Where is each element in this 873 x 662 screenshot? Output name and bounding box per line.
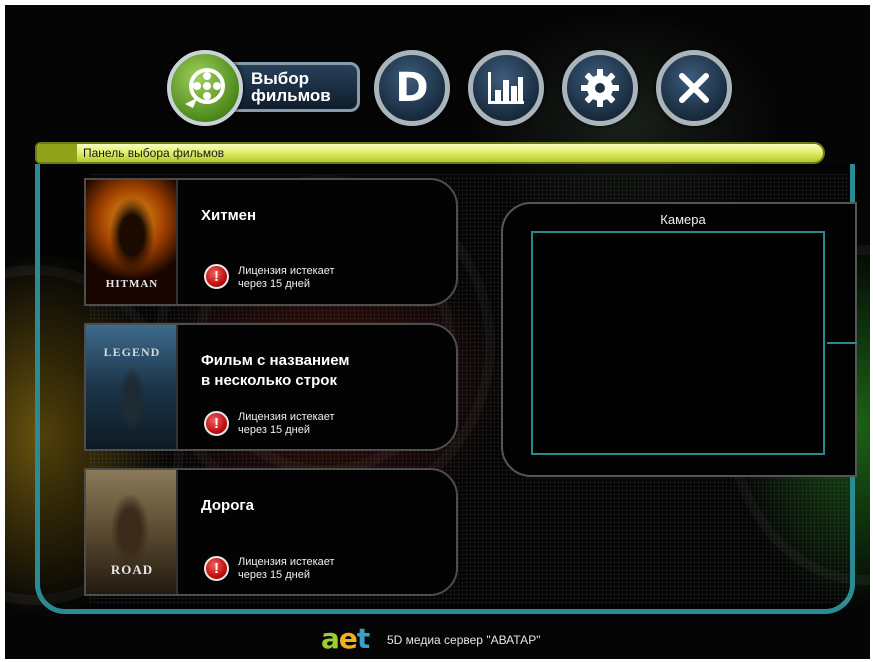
aet-logo-t: t: [356, 622, 370, 655]
movie-poster: LEGEND: [86, 325, 178, 449]
app-screen: Выбор фильмов D Панель выбора фильмов HI…: [5, 5, 870, 659]
license-status-line1: Лицензия истекает: [238, 411, 335, 423]
movie-title-line2: в несколько строк: [201, 372, 337, 389]
movie-card-legend[interactable]: LEGEND Фильм с названием в несколько стр…: [84, 323, 458, 451]
footer: aet 5D медиа сервер "АВАТАР": [321, 625, 621, 655]
license-status-line2: через 15 дней: [238, 278, 310, 290]
gear-icon: [581, 69, 619, 107]
statistics-button[interactable]: [468, 50, 544, 126]
select-films-button[interactable]: Выбор фильмов: [167, 50, 362, 126]
poster-caption: ROAD: [110, 562, 154, 577]
stats-chart-icon: [488, 72, 524, 104]
poster-caption: HITMAN: [105, 278, 159, 290]
license-status-line2: через 15 дней: [238, 424, 310, 436]
camera-view: [531, 231, 825, 455]
camera-panel: Камера: [501, 202, 857, 477]
movie-title: Фильм с названием в несколько строк: [201, 351, 349, 391]
panel-title-bar: Панель выбора фильмов: [35, 142, 825, 164]
d-mode-label: D: [395, 65, 429, 111]
close-icon: [679, 73, 709, 103]
select-films-label-line1: Выбор: [251, 69, 310, 88]
movie-poster: ROAD: [86, 470, 178, 594]
d-mode-button[interactable]: D: [374, 50, 450, 126]
license-warning-icon: !: [204, 556, 229, 581]
panel-title: Панель выбора фильмов: [83, 146, 225, 160]
camera-title: Камера: [660, 212, 706, 227]
close-button[interactable]: [656, 50, 732, 126]
license-status-line1: Лицензия истекает: [238, 265, 335, 277]
license-status: Лицензия истекает через 15 дней: [238, 265, 335, 291]
settings-button[interactable]: [562, 50, 638, 126]
license-warning-icon: !: [204, 411, 229, 436]
movie-poster: HITMAN: [86, 180, 178, 304]
footer-text: 5D медиа сервер "АВАТАР": [387, 633, 541, 647]
camera-connector-line: [827, 342, 857, 344]
license-status-line2: через 15 дней: [238, 569, 310, 581]
select-films-label-line2: фильмов: [251, 86, 331, 105]
aet-logo-a: a: [321, 622, 340, 655]
movie-title: Хитмен: [201, 206, 256, 226]
movie-title-line1: Дорога: [201, 497, 254, 514]
movie-card-road[interactable]: ROAD Дорога ! Лицензия истекает через 15…: [84, 468, 458, 596]
license-status: Лицензия истекает через 15 дней: [238, 411, 335, 437]
movie-title-line1: Хитмен: [201, 207, 257, 224]
license-status: Лицензия истекает через 15 дней: [238, 556, 335, 582]
license-status-line1: Лицензия истекает: [238, 556, 335, 568]
poster-caption: LEGEND: [103, 345, 161, 359]
movie-title-line1: Фильм с названием: [201, 352, 350, 369]
license-warning-icon: !: [204, 264, 229, 289]
film-reel-icon: [167, 50, 243, 126]
aet-logo: aet: [321, 622, 370, 655]
panel-title-cap: [37, 144, 77, 162]
movie-card-hitman[interactable]: HITMAN Хитмен ! Лицензия истекает через …: [84, 178, 458, 306]
movie-title: Дорога: [201, 496, 254, 516]
aet-logo-e: e: [338, 622, 358, 655]
select-films-label: Выбор фильмов: [251, 70, 331, 104]
